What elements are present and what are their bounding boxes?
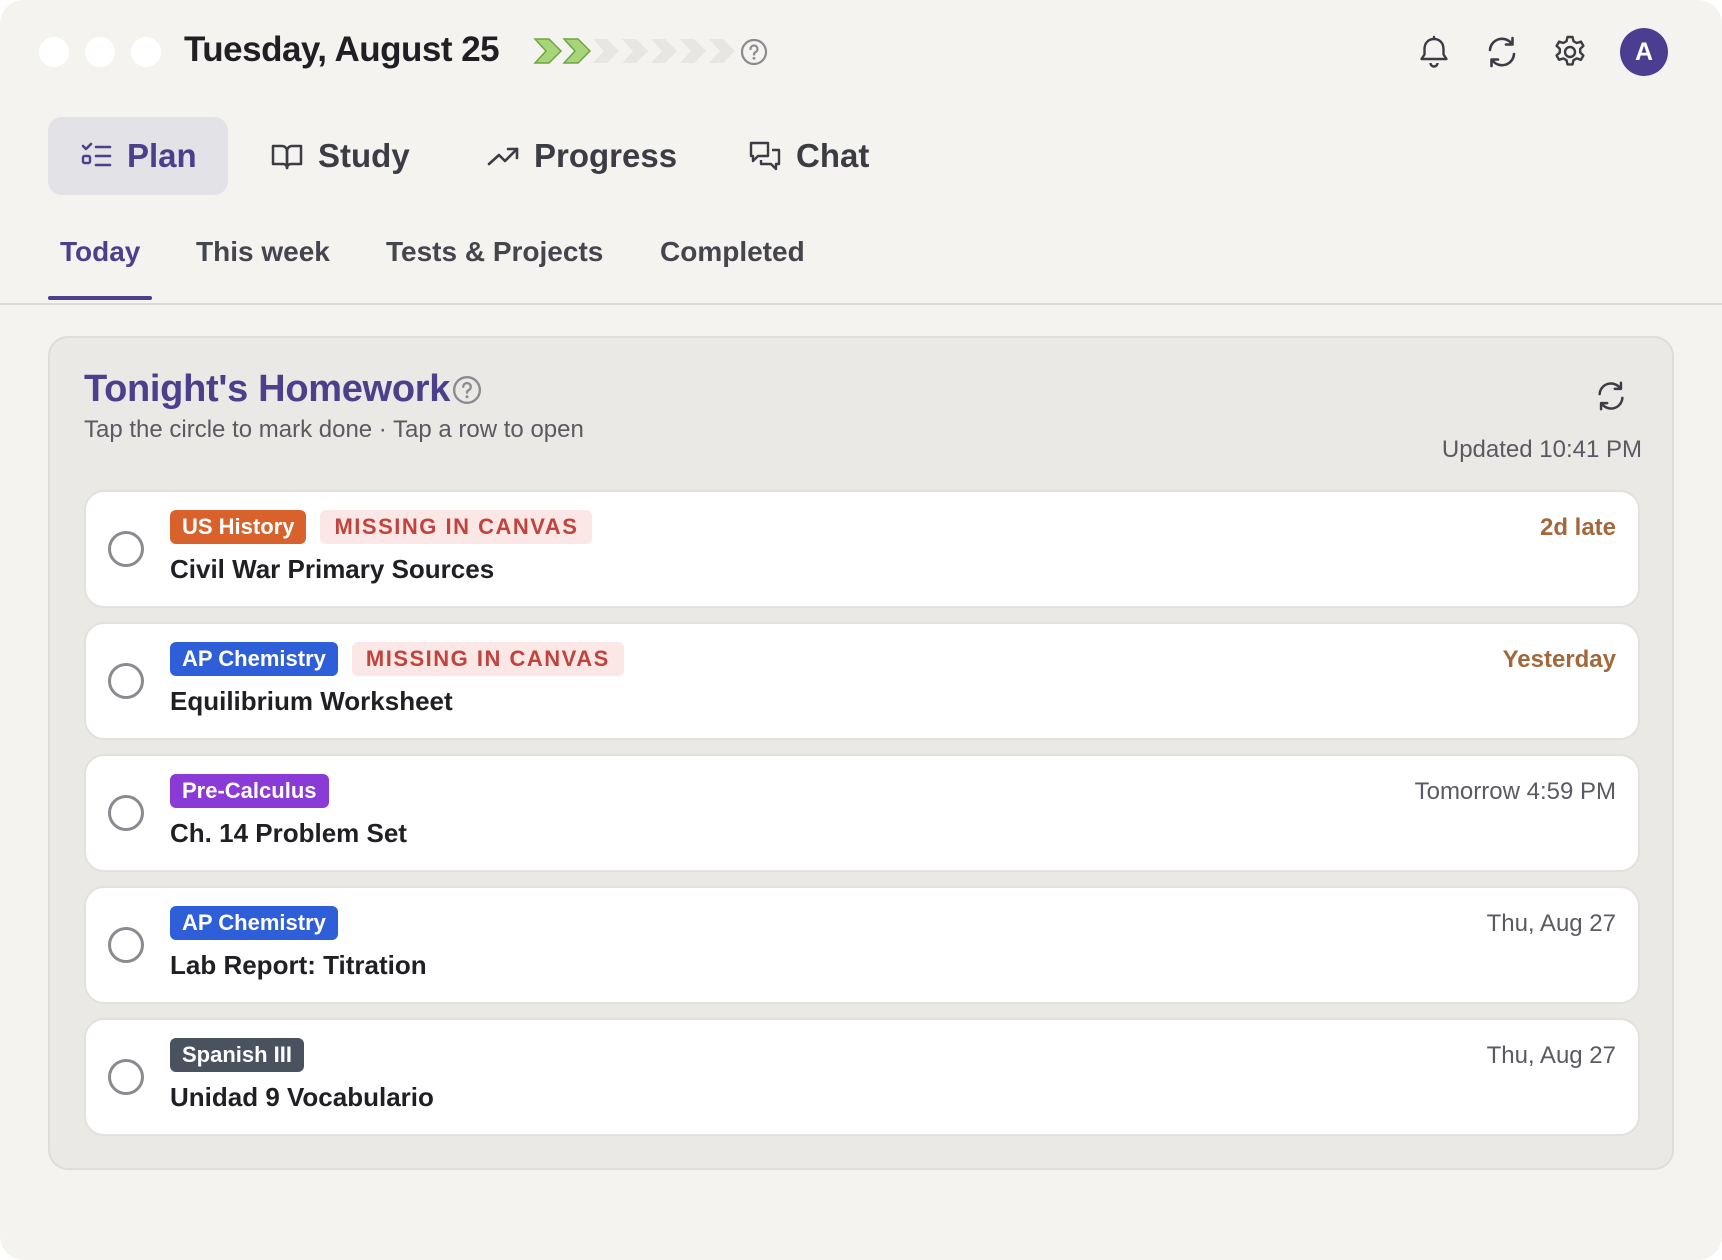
homework-panel: Tonight's Homework Tap the circle to mar… [48, 336, 1674, 1170]
avatar[interactable]: A [1620, 28, 1668, 76]
refresh-icon[interactable] [1593, 378, 1629, 414]
panel-title: Tonight's Homework [84, 368, 451, 410]
nav-label: Progress [534, 137, 678, 174]
book-icon [271, 144, 303, 170]
assignment-tags: Pre-Calculus [170, 774, 329, 808]
assignment-title: Ch. 14 Problem Set [170, 818, 407, 848]
assignment-title: Lab Report: Titration [170, 950, 427, 980]
tab-this-week[interactable]: This week [196, 236, 330, 268]
due-label: Thu, Aug 27 [1486, 1042, 1616, 1069]
tab-tests-projects[interactable]: Tests & Projects [386, 236, 603, 268]
title-bar: Tuesday, August 25 A [0, 0, 1722, 104]
assignment-tags: Spanish III [170, 1038, 305, 1072]
assignment-tags: AP Chemistry [170, 906, 338, 940]
trend-up-icon [487, 147, 519, 166]
subject-badge: AP Chemistry [170, 906, 338, 940]
missing-badge: MISSING IN CANVAS [320, 510, 593, 544]
active-tab-indicator [48, 296, 152, 300]
mark-done-checkbox[interactable] [108, 531, 144, 567]
bell-icon[interactable] [1415, 33, 1453, 71]
assignment-tags: AP Chemistry MISSING IN CANVAS [170, 642, 624, 676]
nav-label: Study [318, 137, 410, 174]
assignment-row[interactable]: US History MISSING IN CANVAS Civil War P… [84, 490, 1640, 608]
assignment-row[interactable]: Spanish III Unidad 9 Vocabulario Thu, Au… [84, 1018, 1640, 1136]
nav-label: Plan [127, 137, 197, 174]
current-date: Tuesday, August 25 [184, 30, 500, 69]
nav-label: Chat [796, 137, 870, 174]
question-circle-icon[interactable] [740, 38, 768, 66]
streak-chevron-icon [651, 39, 677, 63]
subject-badge: US History [170, 510, 307, 544]
streak-chevron-icon [593, 39, 619, 63]
assignment-tags: US History MISSING IN CANVAS [170, 510, 593, 544]
subject-badge: Spanish III [170, 1038, 305, 1072]
window-zoom-button[interactable] [131, 37, 161, 67]
streak-chevron-icon [680, 39, 706, 63]
gear-icon[interactable] [1551, 33, 1589, 71]
due-label: Yesterday [1502, 646, 1616, 673]
missing-badge: MISSING IN CANVAS [351, 642, 624, 676]
tab-today[interactable]: Today [60, 236, 140, 268]
refresh-icon[interactable] [1483, 33, 1521, 71]
chat-bubbles-icon [749, 141, 781, 171]
nav-progress[interactable]: Progress [486, 117, 677, 195]
nav-study[interactable]: Study [270, 117, 410, 195]
checklist-icon [81, 142, 112, 167]
mark-done-checkbox[interactable] [108, 1059, 144, 1095]
window-minimize-button[interactable] [85, 37, 115, 67]
question-circle-icon[interactable] [452, 375, 482, 405]
due-label: Thu, Aug 27 [1486, 910, 1616, 937]
streak-chevron-icon [533, 38, 563, 64]
updated-timestamp: Updated 10:41 PM [1441, 436, 1642, 463]
assignment-row[interactable]: AP Chemistry Lab Report: Titration Thu, … [84, 886, 1640, 1004]
assignment-row[interactable]: AP Chemistry MISSING IN CANVAS Equilibri… [84, 622, 1640, 740]
tab-completed[interactable]: Completed [660, 236, 805, 268]
streak-chevron-icon [622, 39, 648, 63]
mark-done-checkbox[interactable] [108, 663, 144, 699]
streak-chevron-icon [562, 38, 592, 64]
assignment-title: Equilibrium Worksheet [170, 686, 453, 716]
assignment-title: Civil War Primary Sources [170, 554, 495, 584]
streak-chevron-icon [709, 39, 735, 63]
panel-subtitle: Tap the circle to mark done · Tap a row … [84, 416, 584, 443]
mark-done-checkbox[interactable] [108, 927, 144, 963]
due-label: Tomorrow 4:59 PM [1414, 778, 1616, 805]
assignment-row[interactable]: Pre-Calculus Ch. 14 Problem Set Tomorrow… [84, 754, 1640, 872]
due-label: 2d late [1539, 514, 1616, 541]
subject-badge: AP Chemistry [170, 642, 338, 676]
nav-plan[interactable]: Plan [48, 117, 228, 195]
app-window: Tuesday, August 25 A Plan Study Progress… [0, 0, 1722, 1260]
sub-tabs: Today This week Tests & Projects Complet… [0, 226, 1722, 305]
window-close-button[interactable] [39, 37, 69, 67]
nav-chat[interactable]: Chat [748, 117, 869, 195]
mark-done-checkbox[interactable] [108, 795, 144, 831]
subject-badge: Pre-Calculus [170, 774, 329, 808]
assignment-title: Unidad 9 Vocabulario [170, 1082, 434, 1112]
